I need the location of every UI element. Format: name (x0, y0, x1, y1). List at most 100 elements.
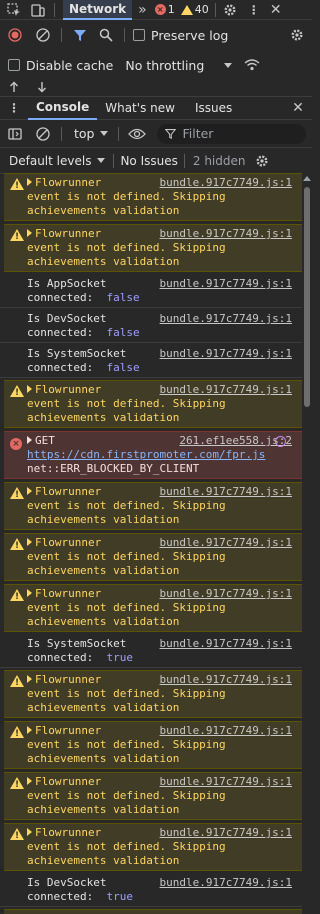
source-link[interactable]: bundle.917c7749.js:1 (160, 312, 292, 326)
warning-message[interactable]: Flowrunnerbundle.917c7749.js:1event is n… (4, 173, 302, 221)
chevron-down-icon (224, 62, 233, 68)
inspect-element-icon[interactable] (6, 2, 22, 18)
tab-issues[interactable]: Issues (187, 97, 240, 120)
expand-triangle-icon[interactable] (27, 675, 32, 683)
source-link[interactable]: bundle.917c7749.js:1 (160, 637, 292, 651)
expand-triangle-icon[interactable] (27, 385, 32, 393)
source-link[interactable]: bundle.917c7749.js:1 (160, 176, 292, 190)
message-title[interactable]: Flowrunner (27, 587, 101, 601)
clear-console-icon[interactable] (35, 126, 51, 142)
source-link[interactable]: bundle.917c7749.js:1 (160, 485, 292, 499)
close-drawer-icon[interactable]: ✕ (290, 100, 306, 116)
source-link[interactable]: bundle.917c7749.js:1 (160, 277, 292, 291)
warning-message[interactable]: Flowrunnerbundle.917c7749.js:1event is n… (4, 670, 302, 718)
warning-message[interactable]: Flowrunnerbundle.917c7749.js:1event is n… (4, 584, 302, 632)
expand-triangle-icon[interactable] (27, 828, 32, 836)
tab-console[interactable]: Console (28, 97, 98, 120)
console-messages[interactable]: Flowrunnerbundle.917c7749.js:1event is n… (0, 173, 312, 914)
warning-message[interactable]: Flowrunnerbundle.917c7749.js:1event is n… (4, 909, 302, 914)
warning-message[interactable]: Flowrunnerbundle.917c7749.js:1event is n… (4, 721, 302, 769)
network-settings-gear-icon[interactable] (289, 27, 305, 43)
warning-message[interactable]: Flowrunnerbundle.917c7749.js:1event is n… (4, 533, 302, 581)
console-settings-gear-icon[interactable] (254, 153, 270, 169)
filter-icon[interactable] (72, 27, 88, 43)
source-link[interactable]: bundle.917c7749.js:1 (160, 673, 292, 687)
export-har-icon[interactable] (34, 81, 50, 93)
warning-message[interactable]: Flowrunnerbundle.917c7749.js:1event is n… (4, 772, 302, 820)
preserve-log-checkbox[interactable] (133, 29, 145, 41)
tab-whats-new[interactable]: What's new (97, 97, 183, 120)
message-title[interactable]: Flowrunner (27, 673, 101, 687)
error-count-badge[interactable]: × 1 (154, 3, 175, 16)
more-tabs-button[interactable]: » (138, 2, 147, 18)
expand-triangle-icon[interactable] (27, 538, 32, 546)
message-header: Is SystemSocket bundle.917c7749.js:1 (27, 347, 292, 361)
message-line: connected: false (27, 291, 292, 305)
source-link[interactable]: bundle.917c7749.js:1 (160, 227, 292, 241)
clear-icon[interactable] (35, 27, 51, 43)
message-title[interactable]: Flowrunner (27, 775, 101, 789)
sidebar-toggle-icon[interactable] (7, 126, 23, 142)
source-link[interactable]: bundle.917c7749.js:1 (160, 826, 292, 840)
warning-message[interactable]: Flowrunnerbundle.917c7749.js:1event is n… (4, 482, 302, 530)
drawer-menu-icon[interactable]: ⋮ (6, 100, 22, 116)
expand-triangle-icon[interactable] (27, 487, 32, 495)
source-link[interactable]: bundle.917c7749.js:1 (160, 536, 292, 550)
context-select[interactable]: top (74, 126, 94, 141)
tab-network[interactable]: Network (63, 0, 133, 20)
warning-message[interactable]: Flowrunnerbundle.917c7749.js:1event is n… (4, 380, 302, 428)
message-title[interactable]: GET (27, 434, 55, 448)
source-link[interactable]: bundle.917c7749.js:1 (160, 587, 292, 601)
message-title-text: Flowrunner (35, 673, 102, 686)
expand-triangle-icon[interactable] (27, 178, 32, 186)
network-request-icon[interactable] (275, 436, 286, 447)
console-scrollbar[interactable] (302, 173, 312, 914)
eye-icon[interactable] (127, 126, 147, 142)
request-url[interactable]: https://cdn.firstpromoter.com/fpr.js (27, 448, 292, 462)
warning-message[interactable]: Flowrunnerbundle.917c7749.js:1event is n… (4, 224, 302, 272)
warning-message[interactable]: Flowrunnerbundle.917c7749.js:1event is n… (4, 823, 302, 871)
message-title-text: Flowrunner (35, 383, 102, 396)
device-toolbar-icon[interactable] (30, 2, 46, 18)
log-message[interactable]: Is DevSocket bundle.917c7749.js:1 connecte… (0, 310, 302, 343)
scroll-up-icon[interactable] (303, 176, 311, 181)
search-icon[interactable] (98, 27, 114, 43)
log-message[interactable]: Is DevSocket bundle.917c7749.js:1 connecte… (0, 874, 302, 907)
disable-cache-checkbox[interactable] (8, 59, 20, 71)
message-title[interactable]: Flowrunner (27, 724, 101, 738)
message-title[interactable]: Flowrunner (27, 485, 101, 499)
log-levels-select[interactable]: Default levels (9, 154, 91, 168)
issues-button[interactable]: No Issues (120, 154, 177, 168)
network-conditions-icon[interactable] (244, 57, 260, 73)
source-link[interactable]: bundle.917c7749.js:1 (160, 724, 292, 738)
filter-input[interactable]: Filter (157, 123, 306, 144)
message-title[interactable]: Flowrunner (27, 826, 101, 840)
source-link[interactable]: bundle.917c7749.js:1 (160, 876, 292, 890)
message-title[interactable]: Flowrunner (27, 227, 101, 241)
close-devtools-icon[interactable]: ✕ (268, 2, 284, 18)
log-message[interactable]: Is SystemSocket bundle.917c7749.js:1 conne… (0, 345, 302, 378)
expand-triangle-icon[interactable] (27, 229, 32, 237)
message-header: Flowrunner bundle.917c7749.js:1 (27, 176, 292, 190)
message-label: connected: (27, 361, 94, 374)
source-link[interactable]: bundle.917c7749.js:1 (160, 347, 292, 361)
scrollbar-thumb[interactable] (304, 187, 310, 407)
record-icon[interactable] (7, 27, 23, 43)
import-har-icon[interactable] (6, 81, 22, 93)
expand-triangle-icon[interactable] (27, 436, 32, 444)
throttling-select[interactable]: No throttling (125, 58, 204, 73)
source-link[interactable]: bundle.917c7749.js:1 (160, 775, 292, 789)
more-options-icon[interactable]: ⋮ (246, 2, 262, 18)
error-message[interactable]: × GET 261.ef1ee558.js:2 https://cdn.firstpr… (4, 431, 302, 479)
warning-count-badge[interactable]: 40 (180, 3, 209, 16)
expand-triangle-icon[interactable] (27, 726, 32, 734)
expand-triangle-icon[interactable] (27, 589, 32, 597)
expand-triangle-icon[interactable] (27, 777, 32, 785)
message-title[interactable]: Flowrunner (27, 383, 101, 397)
message-title[interactable]: Flowrunner (27, 176, 101, 190)
log-message[interactable]: Is AppSocket bundle.917c7749.js:1 connecte… (0, 275, 302, 308)
log-message[interactable]: Is SystemSocket bundle.917c7749.js:1 conne… (0, 635, 302, 668)
gear-icon[interactable] (222, 2, 238, 18)
source-link[interactable]: bundle.917c7749.js:1 (160, 383, 292, 397)
message-title[interactable]: Flowrunner (27, 536, 101, 550)
